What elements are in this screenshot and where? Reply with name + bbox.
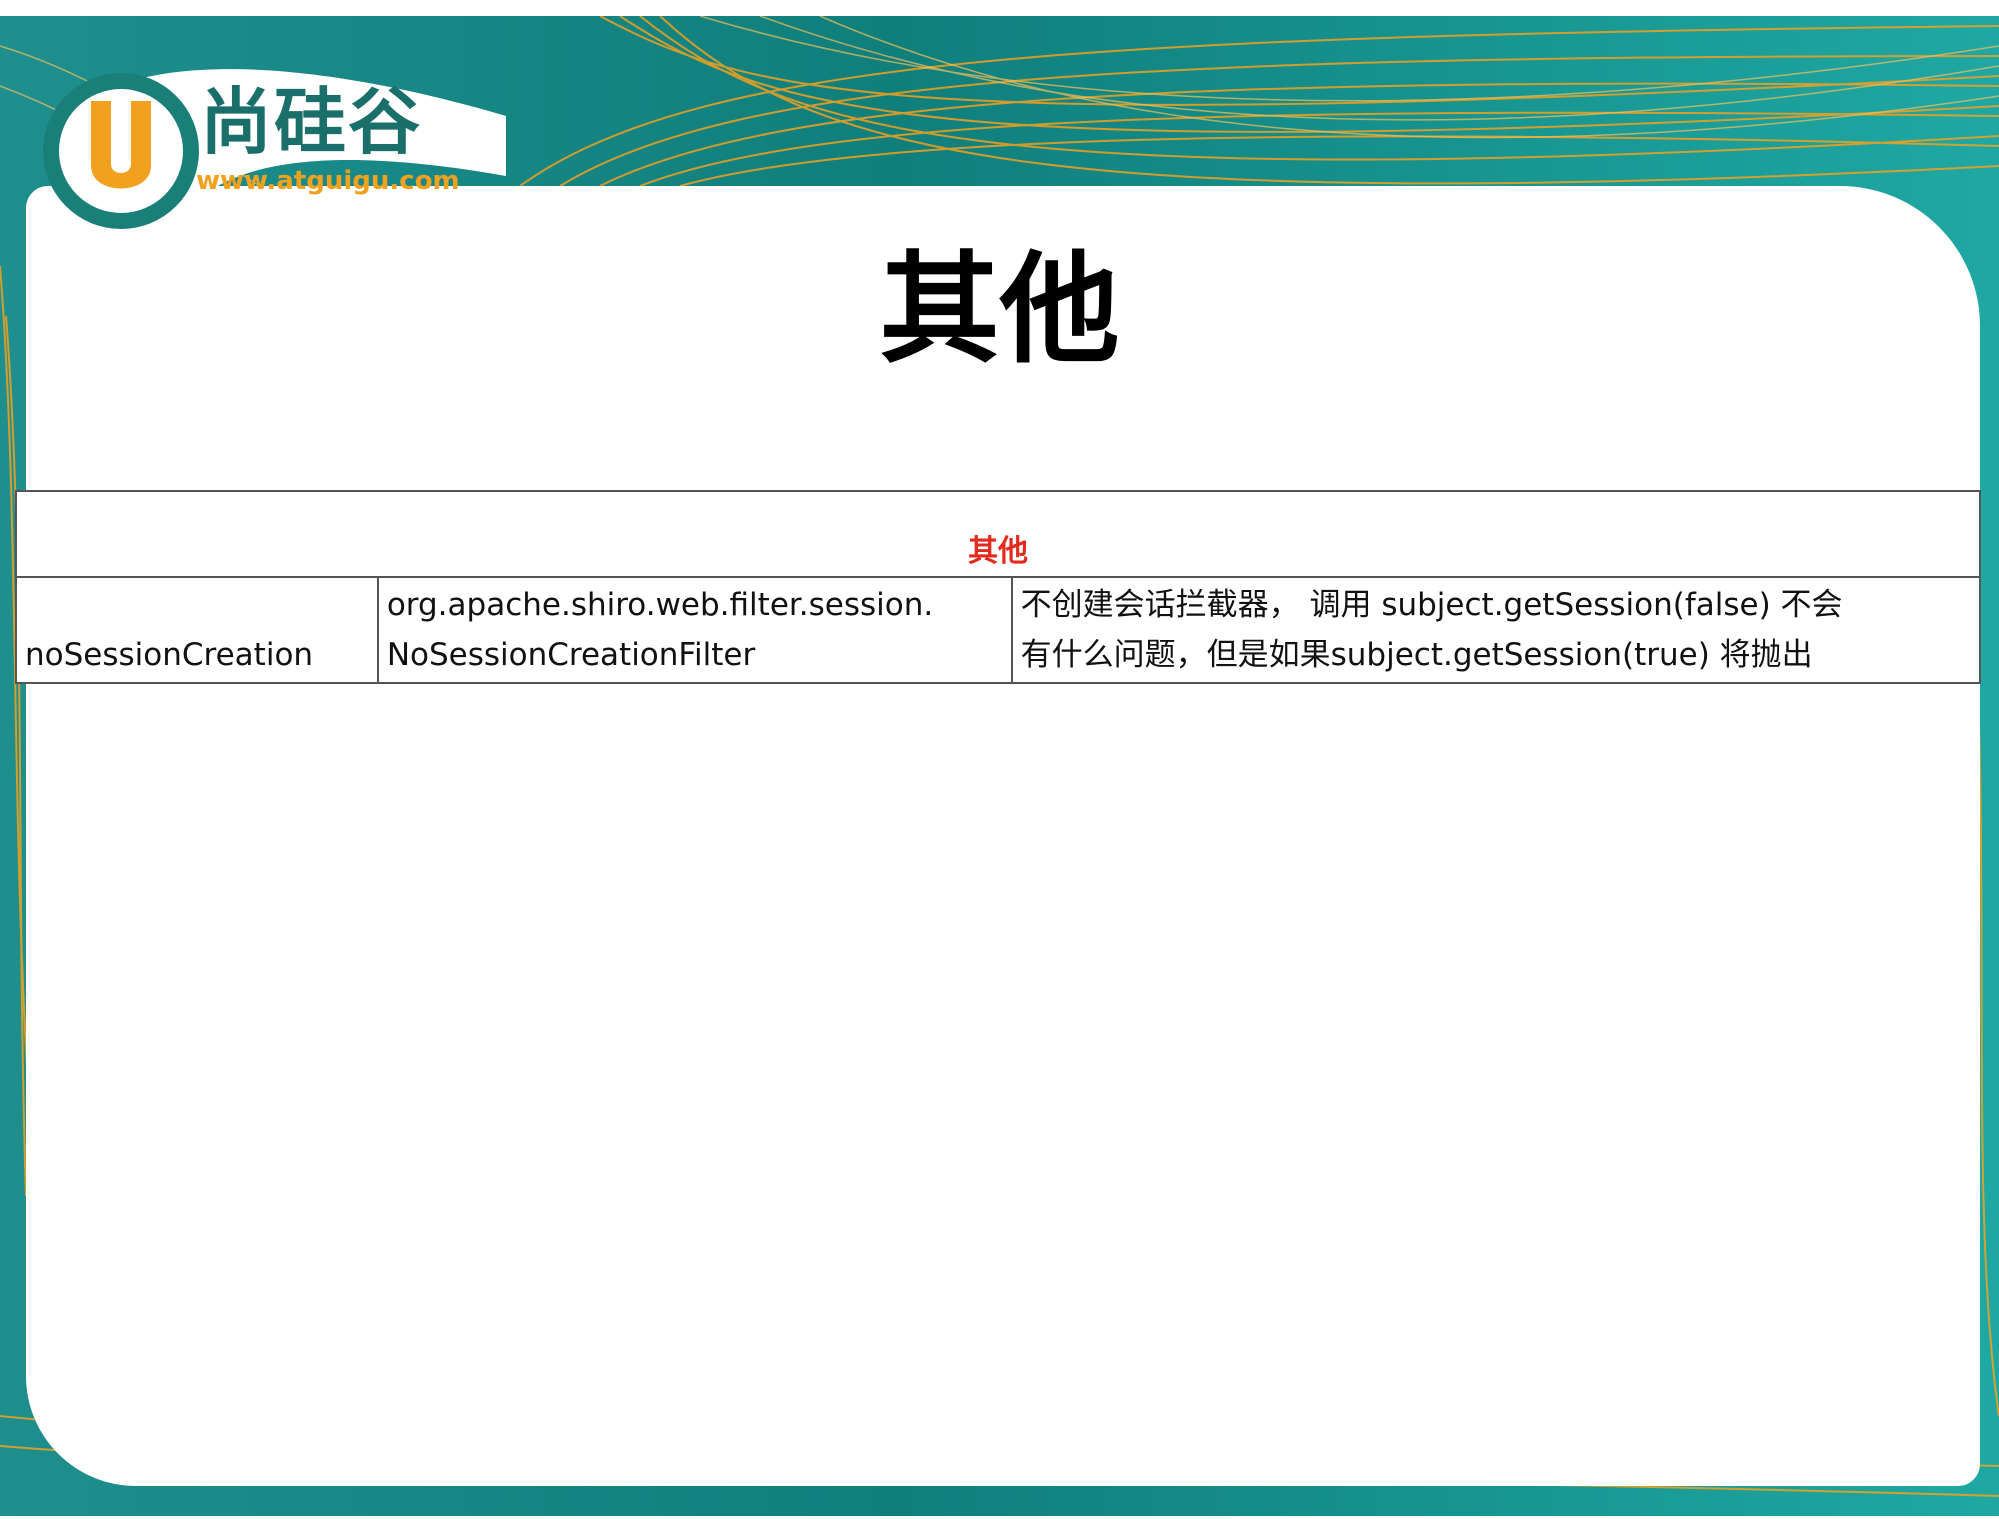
filter-table: 其他 noSessionCreation org.apache.shiro.we… xyxy=(15,490,1982,684)
table-section-header: 其他 xyxy=(15,490,1981,578)
filter-name-cell: noSessionCreation xyxy=(15,576,379,684)
filter-name: noSessionCreation xyxy=(25,637,314,673)
logo-brand-text: 尚硅谷 xyxy=(200,80,423,164)
filter-class-line-2: NoSessionCreationFilter xyxy=(386,637,756,673)
filter-description-cell: 不创建会话拦截器， 调用 subject.getSession(false) 不… xyxy=(1010,576,1982,684)
content-panel xyxy=(26,186,1980,1486)
filter-description-line-2: 有什么问题，但是如果subject.getSession(true) 将抛出 xyxy=(1020,637,1813,673)
slide-background: 尚硅谷 www.atguigu.com 其他 其他 noSessionCreat… xyxy=(0,16,1999,1516)
filter-description-line-1: 不创建会话拦截器， 调用 subject.getSession(false) 不… xyxy=(1020,587,1843,623)
filter-class-line-1: org.apache.shiro.web.filter.session. xyxy=(386,587,934,623)
logo-url-text: www.atguigu.com xyxy=(196,166,460,196)
filter-class-cell: org.apache.shiro.web.filter.session. NoS… xyxy=(376,576,1013,684)
slide-title: 其他 xyxy=(879,241,1120,380)
table-section-row: 其他 xyxy=(15,490,1981,578)
table-row: noSessionCreation org.apache.shiro.web.f… xyxy=(15,576,1982,684)
